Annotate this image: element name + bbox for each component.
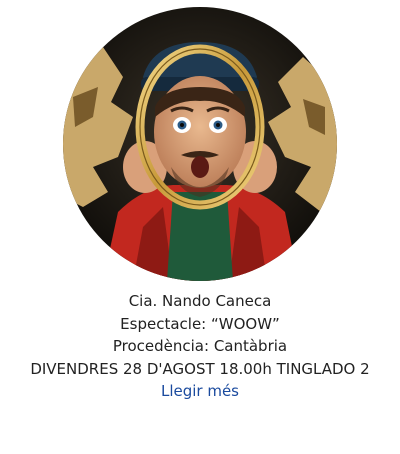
schedule-text: DIVENDRES 28 D'AGOST 18.00h TINGLADO 2: [30, 359, 370, 378]
origin-text: Procedència: Cantàbria: [112, 337, 288, 355]
company-name: Cia. Nando Caneca: [128, 292, 272, 310]
read-more-link[interactable]: Llegir més: [161, 382, 239, 400]
show-title: Espectacle: “WOOW”: [120, 314, 280, 333]
performer-photo: [63, 7, 337, 281]
event-card: Cia. Nando Caneca Espectacle: “WOOW” Pro…: [0, 0, 400, 454]
event-details: Cia. Nando Caneca Espectacle: “WOOW” Pro…: [0, 290, 400, 403]
